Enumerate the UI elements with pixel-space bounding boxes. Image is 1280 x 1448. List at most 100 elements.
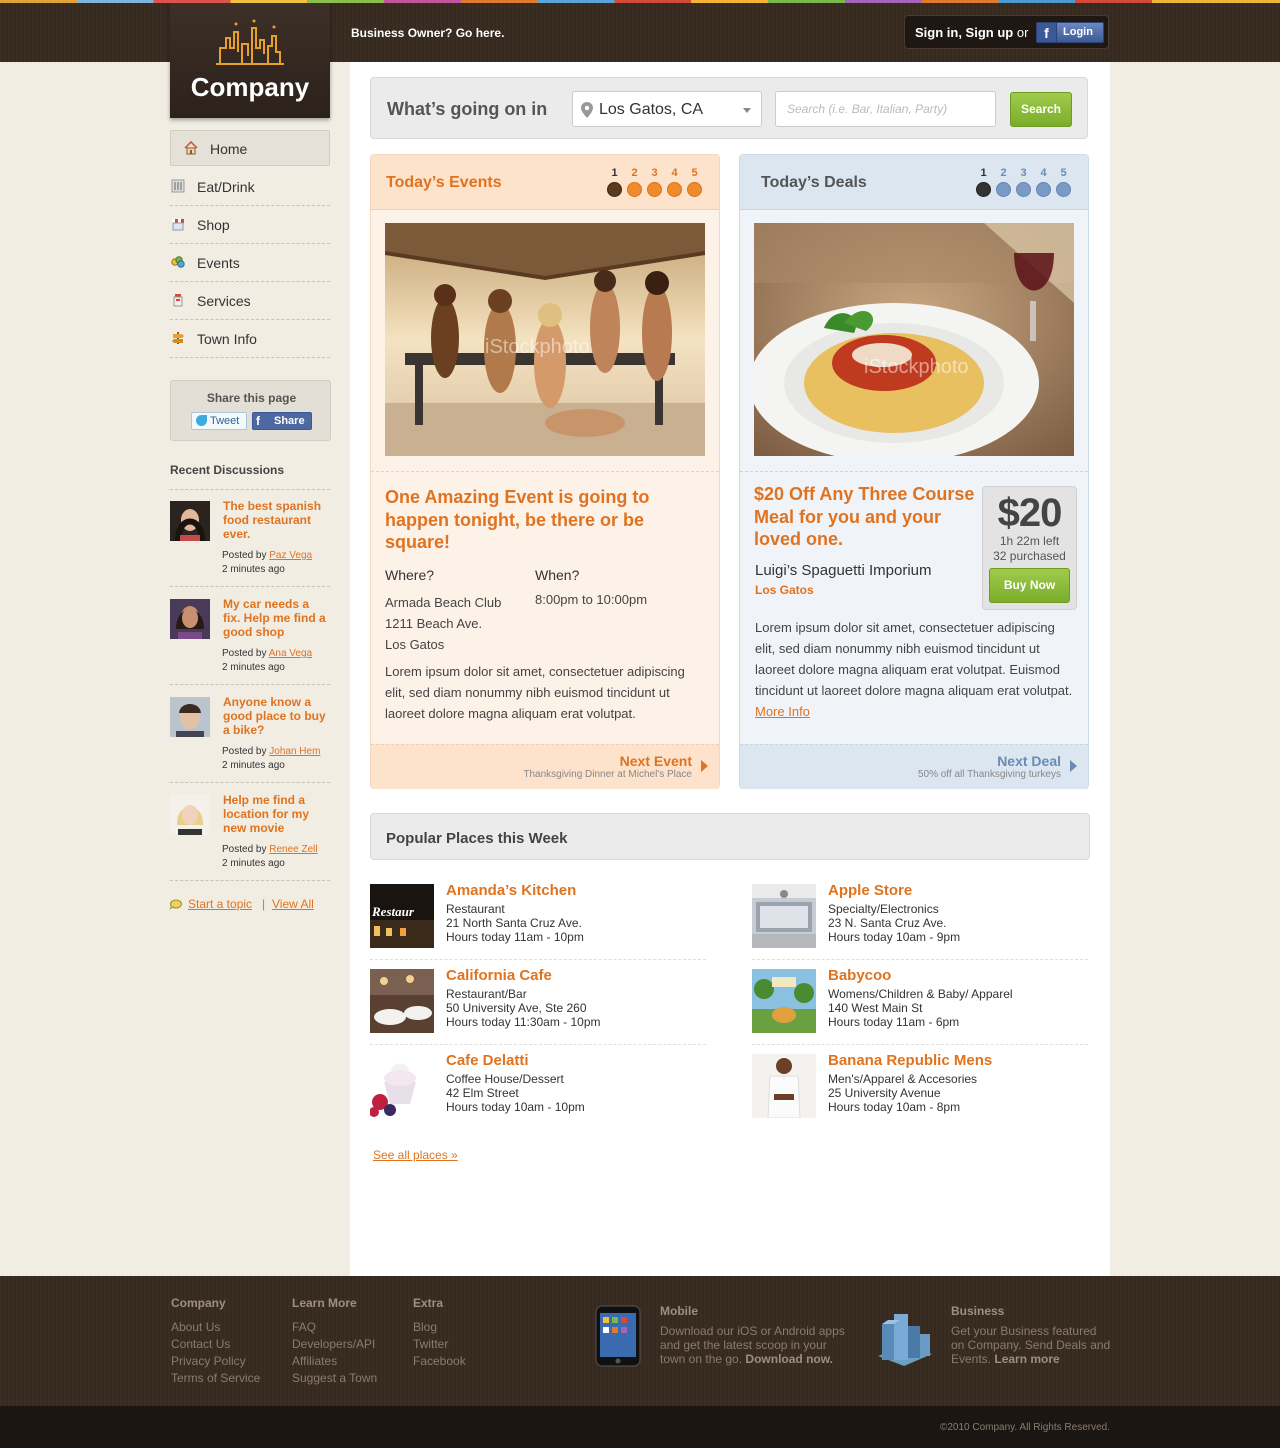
- search-input[interactable]: [775, 91, 996, 127]
- facebook-icon: f: [1037, 23, 1057, 42]
- sidebar-item-town-info[interactable]: Town Info: [170, 320, 330, 358]
- or-label: or: [1016, 25, 1029, 40]
- author-link[interactable]: Renee Zell: [269, 844, 317, 855]
- thumb-sign-text: Restaur: [371, 904, 415, 919]
- footer-link[interactable]: Developers/API: [292, 1337, 375, 1351]
- more-info-link[interactable]: More Info: [755, 704, 810, 719]
- pager-dot[interactable]: [1056, 182, 1071, 197]
- footer-link[interactable]: Contact Us: [171, 1337, 230, 1351]
- place-category: Coffee House/Dessert: [446, 1072, 564, 1086]
- author-link[interactable]: Ana Vega: [269, 648, 312, 659]
- event-location: Armada Beach Club 1211 Beach Ave. Los Ga…: [385, 592, 501, 655]
- footer-link[interactable]: Blog: [413, 1320, 437, 1334]
- posted-by-label: Posted by: [222, 746, 267, 757]
- pager-dot[interactable]: [996, 182, 1011, 197]
- facebook-login-label: Login: [1063, 26, 1093, 38]
- facebook-login-button[interactable]: f Login: [1036, 22, 1104, 43]
- avatar[interactable]: [170, 697, 210, 737]
- deal-photo[interactable]: iStockphoto: [754, 223, 1074, 456]
- sidebar-item-eat-drink[interactable]: Eat/Drink: [170, 168, 330, 206]
- place-name: Cafe Delatti: [446, 1052, 529, 1069]
- price-box: $20 1h 22m left 32 purchased Buy Now: [982, 486, 1077, 610]
- place-item[interactable]: California Cafe Restaurant/Bar 50 Univer…: [370, 967, 706, 1054]
- buy-now-button[interactable]: Buy Now: [989, 568, 1070, 603]
- download-link[interactable]: Download now.: [745, 1352, 833, 1366]
- pager-dot[interactable]: [976, 182, 991, 197]
- search-button[interactable]: Search: [1010, 92, 1072, 127]
- place-item[interactable]: Apple Store Specialty/Electronics 23 N. …: [752, 882, 1088, 969]
- footer-column-title: Company: [171, 1296, 226, 1310]
- discussion-title[interactable]: The best spanish food restaurant ever.: [223, 499, 328, 541]
- sidebar-item-label: Shop: [197, 217, 230, 233]
- avatar[interactable]: [170, 501, 210, 541]
- place-item[interactable]: Restaur Amanda’s Kitchen Restaurant 21 N…: [370, 882, 706, 969]
- next-deal-link[interactable]: Next Deal 50% off all Thanksgiving turke…: [740, 744, 1088, 789]
- place-thumbnail: Restaur: [370, 884, 434, 948]
- discussion-title[interactable]: Anyone know a good place to buy a bike?: [223, 695, 328, 737]
- deals-title: Today’s Deals: [761, 174, 867, 191]
- place-item[interactable]: Banana Republic Mens Men's/Apparel & Acc…: [752, 1052, 1088, 1139]
- footer-link[interactable]: About Us: [171, 1320, 220, 1334]
- avatar[interactable]: [170, 599, 210, 639]
- view-all-link[interactable]: View All: [272, 897, 314, 911]
- recent-discussions-title: Recent Discussions: [170, 463, 285, 477]
- location-value: Los Gatos, CA: [599, 101, 704, 118]
- discussion-item: The best spanish food restaurant ever. P…: [170, 489, 330, 579]
- footer-link[interactable]: Facebook: [413, 1354, 466, 1368]
- place-thumbnail: [370, 969, 434, 1033]
- location-search-bar: What’s going on in Los Gatos, CA Search: [370, 77, 1088, 139]
- see-all-places-link[interactable]: See all places »: [373, 1148, 458, 1162]
- event-headline[interactable]: One Amazing Event is going to happen ton…: [385, 486, 685, 554]
- pager-dot[interactable]: [1036, 182, 1051, 197]
- next-event-label: Next Event: [619, 753, 692, 769]
- sidebar-item-home[interactable]: Home: [170, 130, 330, 166]
- pager-dot[interactable]: [1016, 182, 1031, 197]
- footer-link[interactable]: FAQ: [292, 1320, 316, 1334]
- author-link[interactable]: Johan Hem: [269, 746, 320, 757]
- location-select[interactable]: Los Gatos, CA: [572, 91, 762, 127]
- discussion-time: 2 minutes ago: [222, 662, 285, 673]
- place-item[interactable]: Cafe Delatti Coffee House/Dessert 42 Elm…: [370, 1052, 706, 1139]
- footer-link[interactable]: Terms of Service: [171, 1371, 260, 1385]
- next-event-link[interactable]: Next Event Thanksgiving Dinner at Michel…: [371, 744, 719, 789]
- event-description: Lorem ipsum dolor sit amet, consectetuer…: [385, 664, 685, 721]
- footer-link[interactable]: Privacy Policy: [171, 1354, 246, 1368]
- discussion-item: My car needs a fix. Help me find a good …: [170, 587, 330, 677]
- pager-dot[interactable]: [607, 182, 622, 197]
- facebook-share-button[interactable]: f Share: [252, 412, 312, 430]
- pager-dot[interactable]: [627, 182, 642, 197]
- avatar[interactable]: [170, 795, 210, 835]
- events-title: Today’s Events: [386, 174, 502, 191]
- posted-by-label: Posted by: [222, 648, 267, 659]
- discussion-title[interactable]: Help me find a location for my new movie: [223, 793, 328, 835]
- pager-dot[interactable]: [667, 182, 682, 197]
- twitter-icon: [196, 415, 207, 426]
- sidebar-item-label: Home: [210, 141, 248, 157]
- author-link[interactable]: Paz Vega: [269, 550, 312, 561]
- tweet-button[interactable]: Tweet: [191, 412, 247, 430]
- tweet-label: Tweet: [210, 415, 240, 427]
- sidebar-item-shop[interactable]: Shop: [170, 206, 330, 244]
- deal-purchased-count: 32 purchased: [993, 549, 1066, 563]
- signin-link[interactable]: Sign in, Sign up: [915, 25, 1013, 40]
- next-deal-subtitle: 50% off all Thanksgiving turkeys: [917, 769, 1061, 780]
- event-photo[interactable]: iStockphoto: [385, 223, 705, 456]
- business-owner-link[interactable]: Go here.: [456, 26, 505, 40]
- footer-link[interactable]: Suggest a Town: [292, 1371, 377, 1385]
- logo[interactable]: Company: [170, 0, 330, 118]
- pager-dot[interactable]: [647, 182, 662, 197]
- deal-headline[interactable]: $20 Off Any Three Course Meal for you an…: [754, 483, 979, 551]
- location-line: Armada Beach Club: [385, 595, 502, 610]
- discussion-time: 2 minutes ago: [222, 760, 285, 771]
- arrow-right-icon: [701, 760, 708, 772]
- footer-link[interactable]: Affiliates: [292, 1354, 337, 1368]
- arrow-right-icon: [1070, 760, 1077, 772]
- learn-more-link[interactable]: Learn more: [994, 1352, 1059, 1366]
- place-item[interactable]: Babycoo Womens/Children & Baby/ Apparel …: [752, 967, 1088, 1054]
- footer-link[interactable]: Twitter: [413, 1337, 448, 1351]
- start-topic-link[interactable]: Start a topic: [188, 897, 252, 911]
- pager-dot[interactable]: [687, 182, 702, 197]
- sidebar-item-services[interactable]: Services: [170, 282, 330, 320]
- discussion-title[interactable]: My car needs a fix. Help me find a good …: [223, 597, 328, 639]
- sidebar-item-events[interactable]: Events: [170, 244, 330, 282]
